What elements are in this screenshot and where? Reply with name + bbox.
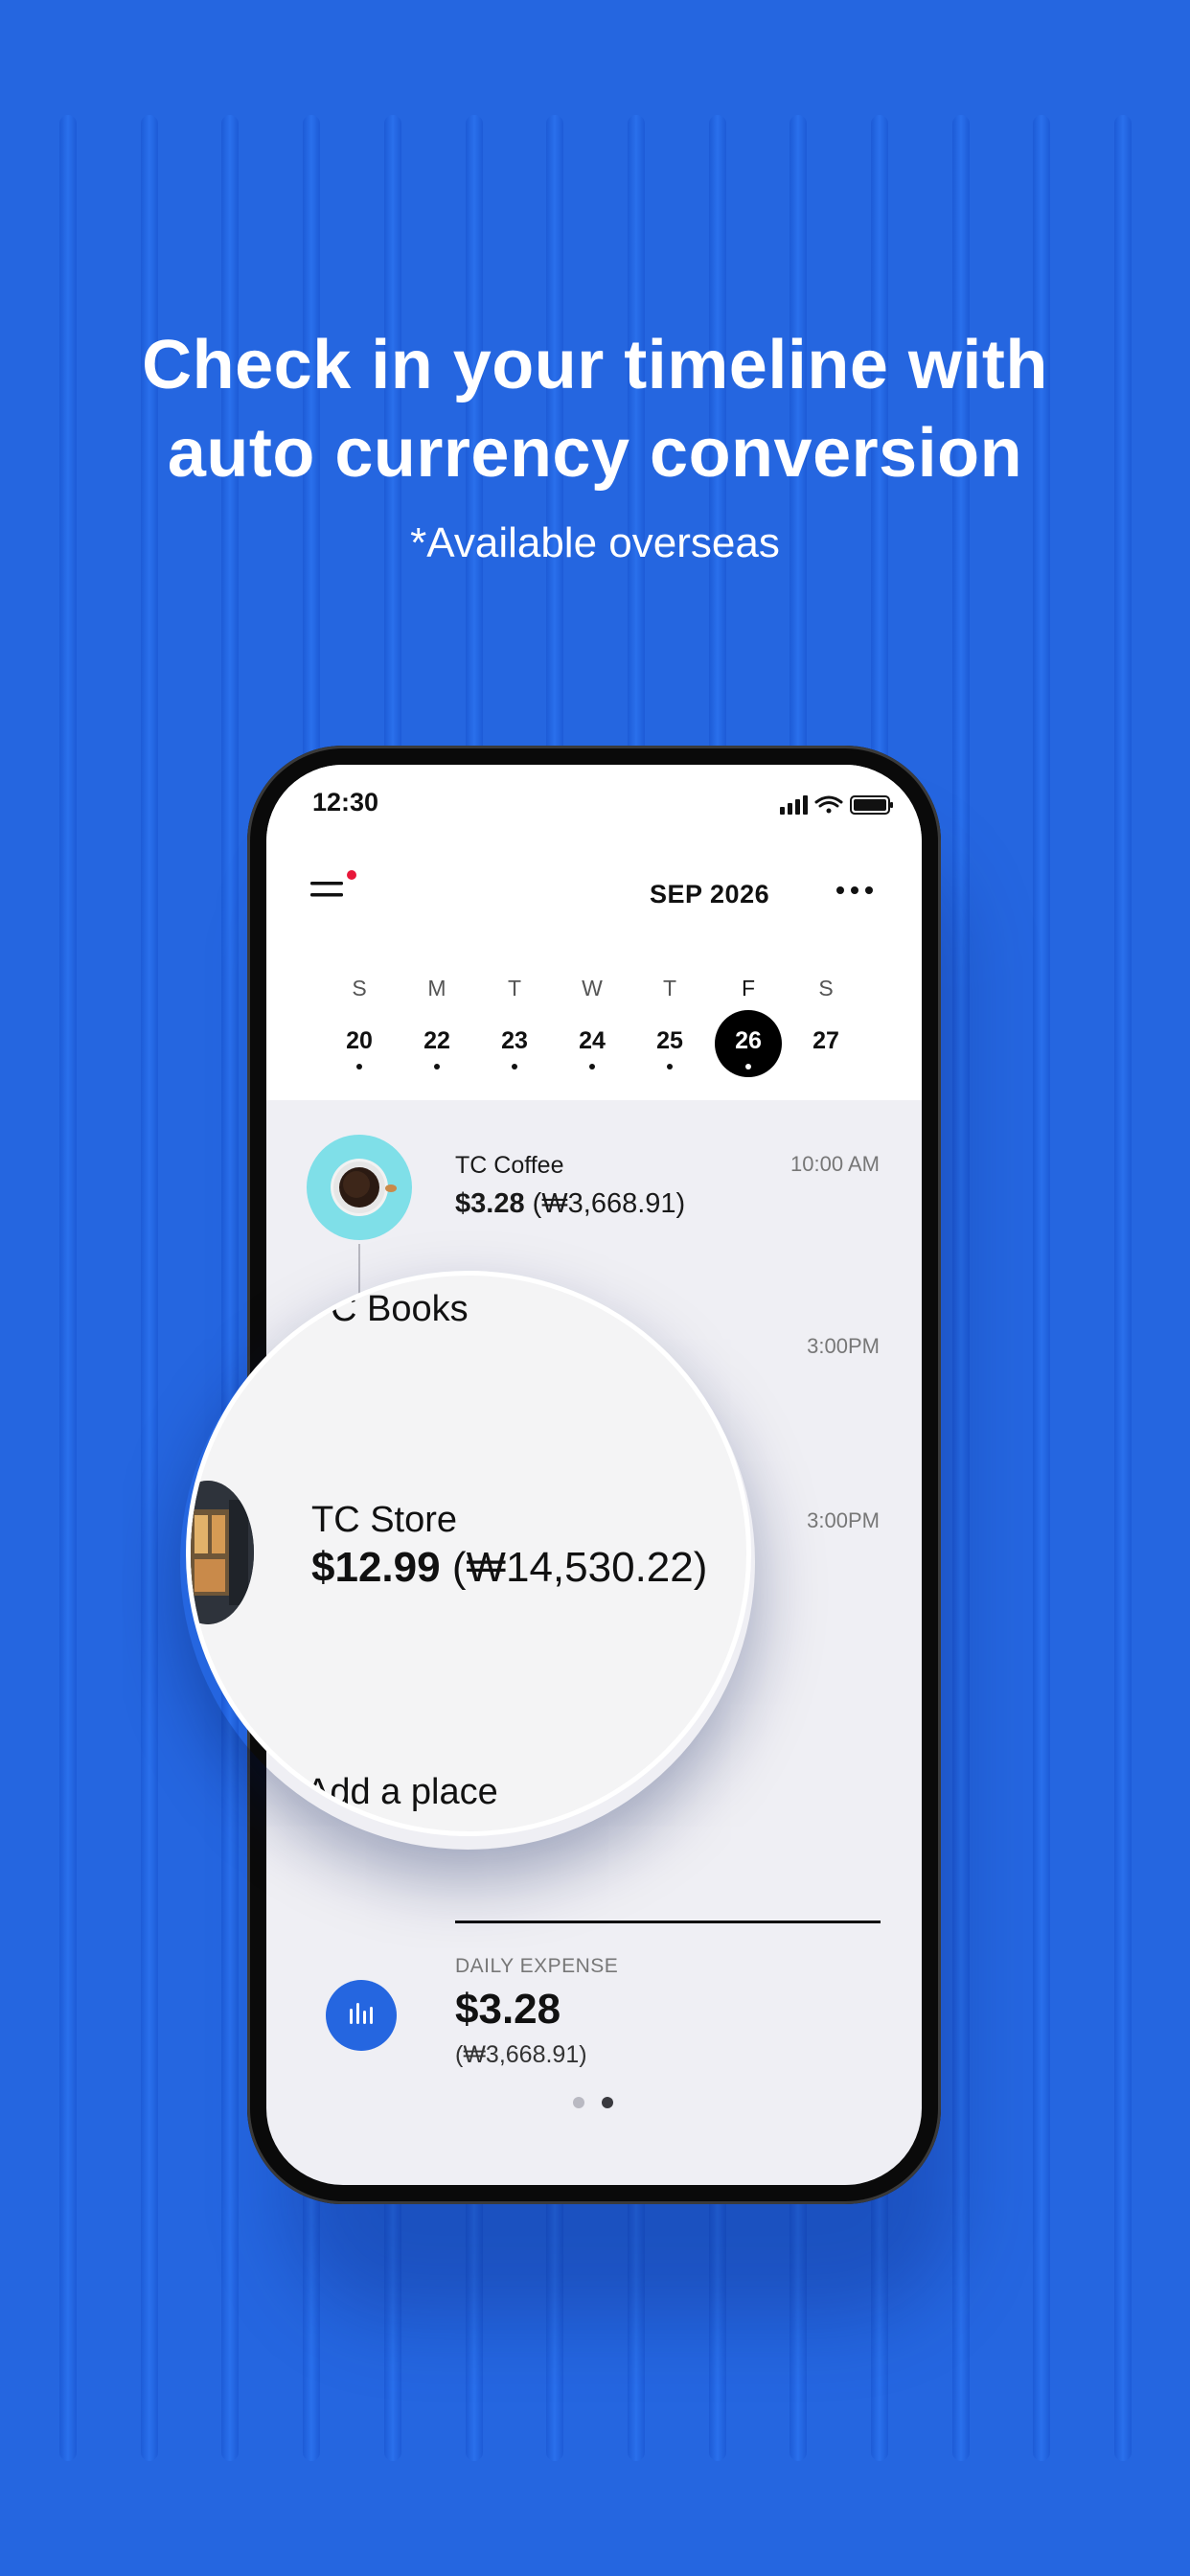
weekday-letter: T — [662, 976, 677, 1000]
status-time: 12:30 — [312, 788, 379, 816]
entry-price-usd: $12.99 — [311, 1544, 441, 1591]
calendar-day[interactable]: 27 — [797, 1027, 855, 1055]
headline: Check in your timeline with auto currenc… — [0, 321, 1190, 497]
entry-price-converted: (₩3,668.91) — [532, 1188, 686, 1219]
calendar-day-selected[interactable]: 26 — [720, 1027, 777, 1055]
entry-name[interactable]: TC Coffee — [455, 1152, 563, 1180]
daily-expense-converted: (₩3,668.91) — [455, 2041, 587, 2068]
weekday-letter: F — [741, 976, 756, 1000]
weekday-letter: W — [582, 976, 603, 1000]
entry-name-books: Books — [367, 1289, 469, 1329]
entry-time: 10:00 AM — [790, 1152, 880, 1176]
add-place-button[interactable]: Add a place — [306, 1772, 498, 1813]
calendar-day[interactable]: 20 — [331, 1027, 388, 1055]
cellular-signal-icon — [780, 795, 808, 815]
headline-subtitle: *Available overseas — [410, 519, 780, 566]
weekday-letter: S — [352, 976, 367, 1000]
weekday-letter: M — [427, 976, 446, 1000]
magnifier-lens: C Books TC Store $12.99 (₩14,530.22) Add… — [186, 1271, 751, 1836]
entry-price-converted: (₩14,530.22) — [451, 1544, 708, 1591]
day-activity-dot — [589, 1064, 595, 1070]
day-activity-dot — [434, 1064, 440, 1070]
summary-divider — [455, 1920, 881, 1923]
calendar-day[interactable]: 24 — [563, 1027, 621, 1055]
daily-expense-label: DAILY EXPENSE — [455, 1955, 619, 1977]
headline-line-2: auto currency conversion — [167, 415, 1023, 492]
daily-expense-amount: $3.28 — [455, 1986, 561, 2033]
calendar-day[interactable]: 22 — [408, 1027, 466, 1055]
page-indicator-dot-active[interactable] — [602, 2097, 613, 2108]
more-dots-icon[interactable] — [835, 886, 874, 895]
day-activity-dot — [356, 1064, 362, 1070]
weekday-letter: T — [507, 976, 522, 1000]
day-activity-dot — [667, 1064, 673, 1070]
page-indicator-dot[interactable] — [573, 2097, 584, 2108]
weekday-letter: S — [818, 976, 834, 1000]
entry-name[interactable]: TC Store — [311, 1500, 457, 1541]
entry-price-usd: $3.28 — [455, 1188, 525, 1219]
calendar-day[interactable]: 23 — [486, 1027, 543, 1055]
wifi-icon — [814, 795, 843, 814]
coffee-photo[interactable] — [307, 1135, 412, 1240]
headline-line-1: Check in your timeline with — [142, 327, 1048, 403]
status-icons — [780, 794, 895, 821]
bar-chart-icon[interactable] — [326, 1980, 397, 2051]
entry-price: $3.28 (₩3,668.91) — [455, 1188, 685, 1220]
entry-time: 3:00PM — [807, 1334, 880, 1358]
calendar-day[interactable]: 25 — [641, 1027, 698, 1055]
month-title[interactable]: SEP 2026 — [650, 880, 769, 909]
store-photo[interactable] — [191, 1481, 254, 1624]
notification-dot — [347, 870, 356, 880]
battery-icon — [850, 795, 893, 815]
entry-name-prefix: C — [331, 1289, 357, 1329]
calendar-header: 12:30 SEP 2026 S M T W T F S 20 22 23 24… — [266, 765, 922, 1100]
entry-price: $12.99 (₩14,530.22) — [311, 1544, 707, 1592]
day-activity-dot — [512, 1064, 517, 1070]
entry-name-partial[interactable]: C Books — [331, 1289, 469, 1330]
hamburger-menu-icon[interactable] — [310, 878, 345, 901]
day-activity-dot — [745, 1064, 751, 1070]
entry-time: 3:00PM — [807, 1508, 880, 1532]
